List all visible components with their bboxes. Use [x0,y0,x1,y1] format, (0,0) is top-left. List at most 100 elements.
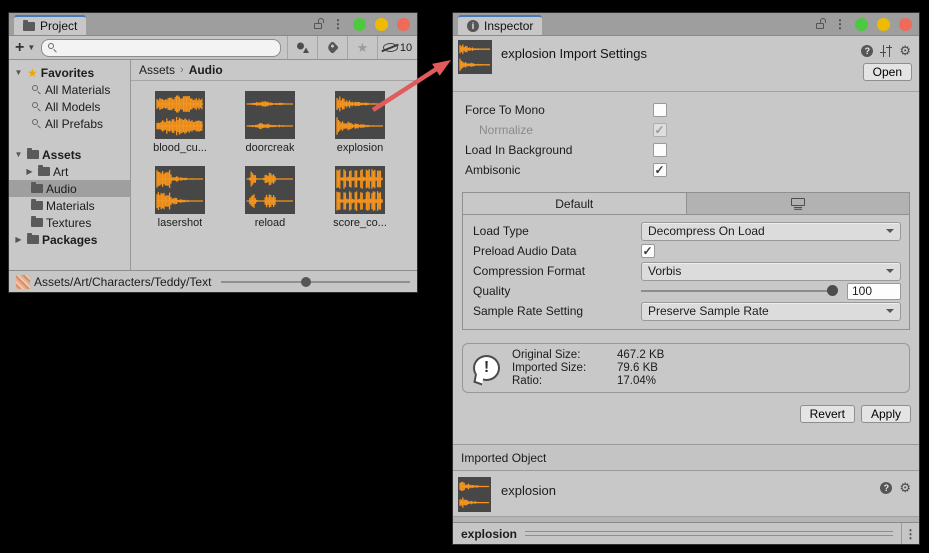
thumbnail-zoom-slider[interactable] [221,281,410,283]
preload-audio-data-checkbox[interactable] [641,244,655,258]
favorites-filter-button[interactable]: ★ [347,36,377,59]
window-green-dot[interactable] [353,18,366,31]
sidebar-item-assets[interactable]: ▼ Assets [9,146,130,163]
sidebar-item-favorites[interactable]: ▼ ★ Favorites [9,64,130,81]
help-icon[interactable]: ? [861,45,873,57]
original-size-row: Original Size: 467.2 KB [512,349,664,361]
sidebar-item-packages[interactable]: ▶ Packages [9,231,130,248]
section-label: Imported Object [461,451,546,465]
preview-menu-button[interactable]: ⋮ [901,523,919,544]
tab-standalone-platform[interactable] [687,193,910,214]
asset-item-reload[interactable]: reload [227,166,313,229]
sidebar-item-art[interactable]: ▶ Art [9,163,130,180]
window-red-dot[interactable] [899,18,912,31]
imported-object-section-header: Imported Object [453,444,919,471]
asset-item-score-co[interactable]: score_co... [317,166,403,229]
sidebar-item-textures[interactable]: Textures [9,214,130,231]
tab-inspector[interactable]: i Inspector [458,15,542,35]
apply-button[interactable]: Apply [861,405,911,423]
quality-slider[interactable] [641,290,837,292]
asset-item-blood-cu[interactable]: blood_cu... [137,91,223,154]
tree-label: Materials [46,199,95,213]
preview-header-bar[interactable]: explosion ⋮ [453,522,919,544]
imported-object-header: explosion ? ⚙ [453,471,919,522]
field-label: Ambisonic [465,163,653,177]
window-menu-icon[interactable]: ⋮ [332,18,344,30]
search-field[interactable] [41,39,281,57]
folder-open-icon [27,150,39,159]
waveform-thumbnail [335,166,385,214]
window-yellow-dot[interactable] [877,18,890,31]
gear-icon[interactable]: ⚙ [899,44,911,57]
waveform-thumbnail [335,91,385,139]
load-in-background-checkbox[interactable] [653,143,667,157]
asset-name: blood_cu... [153,142,207,154]
sidebar-item-all-prefabs[interactable]: All Prefabs [9,115,130,132]
window-red-dot[interactable] [397,18,410,31]
tree-label: All Materials [45,83,110,97]
lock-icon[interactable] [313,18,323,30]
slider-knob[interactable] [301,277,311,287]
field-label: Sample Rate Setting [473,304,641,318]
help-icon[interactable]: ? [880,482,892,494]
sidebar-item-materials[interactable]: Materials [9,197,130,214]
hidden-items-button[interactable]: 10 [377,36,417,59]
field-label: Compression Format [473,264,641,278]
load-type-dropdown[interactable]: Decompress On Load [641,222,901,241]
expander-icon[interactable]: ▶ [13,235,24,244]
window-green-dot[interactable] [855,18,868,31]
revert-button[interactable]: Revert [800,405,855,423]
breadcrumb-current[interactable]: Audio [189,63,223,77]
sidebar-item-all-materials[interactable]: All Materials [9,81,130,98]
expander-icon[interactable]: ▶ [24,167,35,176]
label-tag-icon [326,41,339,54]
tree-label: Audio [46,182,77,196]
window-menu-icon[interactable]: ⋮ [834,18,846,30]
force-to-mono-row: Force To Mono [453,100,919,120]
imported-size-row: Imported Size: 79.6 KB [512,362,664,374]
breadcrumb-root[interactable]: Assets [139,63,175,77]
dropdown-value: Preserve Sample Rate [648,304,769,318]
asset-item-lasershot[interactable]: lasershot [137,166,223,229]
tab-default-platform[interactable]: Default [463,193,687,214]
tab-project[interactable]: Project [14,15,86,35]
sidebar-item-audio[interactable]: Audio [9,180,130,197]
preview-drag-handle[interactable] [525,531,893,536]
tree-label: Textures [46,216,91,230]
lock-icon[interactable] [815,18,825,30]
create-asset-button[interactable]: + ▼ [9,39,41,57]
expander-icon[interactable]: ▼ [13,68,24,77]
load-in-background-row: Load In Background [453,140,919,160]
sidebar-item-all-models[interactable]: All Models [9,98,130,115]
presets-icon[interactable] [880,45,892,57]
info-value: 79.6 KB [617,362,658,374]
search-icon [31,101,42,112]
folder-icon [23,22,35,31]
hidden-count: 10 [400,42,412,54]
platform-settings-box: Default Load Type Decompress On Load Pre… [462,192,910,330]
window-yellow-dot[interactable] [375,18,388,31]
preload-audio-data-row: Preload Audio Data [463,241,909,261]
project-toolbar: + ▼ ★ 10 [9,36,417,60]
open-button[interactable]: Open [863,63,912,81]
search-by-label-button[interactable] [317,36,347,59]
project-window: Project ⋮ + ▼ ★ [8,12,418,293]
slider-knob[interactable] [827,285,838,296]
tree-label: All Prefabs [45,117,103,131]
tree-label: All Models [45,100,100,114]
search-by-type-button[interactable] [287,36,317,59]
force-to-mono-checkbox[interactable] [653,103,667,117]
compression-format-dropdown[interactable]: Vorbis [641,262,901,281]
tree-label: Art [53,165,68,179]
gear-icon[interactable]: ⚙ [899,481,911,494]
asset-item-doorcreak[interactable]: doorcreak [227,91,313,154]
search-input[interactable] [62,41,275,55]
search-icon [31,84,42,95]
import-settings-header: explosion Import Settings ? ⚙ Open [453,36,919,92]
ambisonic-checkbox[interactable] [653,163,667,177]
quality-value-field[interactable]: 100 [847,283,901,300]
sample-rate-dropdown[interactable]: Preserve Sample Rate [641,302,901,321]
dropdown-value: Vorbis [648,264,681,278]
expander-icon[interactable]: ▼ [13,150,24,159]
asset-item-explosion[interactable]: explosion [317,91,403,154]
